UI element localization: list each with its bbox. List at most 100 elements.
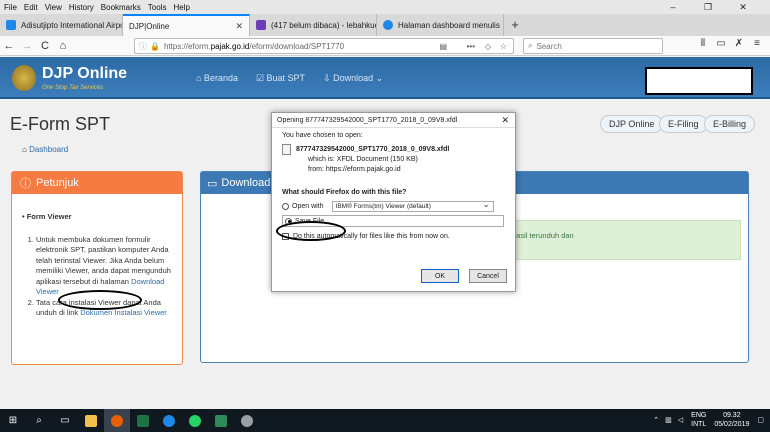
tab-label: Halaman dashboard menulis (398, 20, 500, 30)
lock-icon: 🔒 (150, 41, 160, 51)
url-prefix: https://eform. (163, 41, 211, 51)
forward-icon[interactable]: → (18, 40, 36, 52)
open-file-dialog: Opening 877747329542000_SPT1770_2018_0_0… (271, 112, 516, 292)
instruction-item: Untuk membuka dokumen formulir elektroni… (36, 235, 174, 298)
tab-dashboard[interactable]: Halaman dashboard menulis ✕ (377, 14, 504, 36)
clock[interactable]: 09.32 05/02/2019 (714, 411, 749, 429)
menu-beranda[interactable]: ⌂ Beranda (196, 73, 238, 84)
cancel-button[interactable]: Cancel (469, 269, 507, 283)
dialog-close-icon[interactable]: ✕ (501, 115, 509, 126)
volume-icon[interactable]: ◁ (678, 416, 683, 424)
info-icon[interactable]: ⓘ (139, 41, 147, 52)
restore-button[interactable]: ❐ (694, 0, 722, 14)
back-icon[interactable]: ← (0, 40, 18, 52)
tab-label: (417 belum dibaca) - lebahkue (271, 20, 377, 30)
home-icon[interactable]: ⌂ (54, 40, 72, 52)
dialog-buttons: OK Cancel (411, 269, 507, 283)
pocket-icon[interactable]: ◇ (485, 42, 491, 51)
info-circle-icon: ⓘ (20, 178, 31, 190)
file-row: 877747329542000_SPT1770_2018_0_09V8.xfdl (282, 144, 505, 155)
tab-bar: Adisutjipto International Airpo ✕ DJP|On… (0, 14, 770, 36)
menu-file[interactable]: File (4, 3, 17, 12)
tab-djp-online[interactable]: DJP|Online ✕ (123, 14, 250, 36)
tray-arrow-icon[interactable]: ⌃ (653, 416, 659, 424)
tab-airport[interactable]: Adisutjipto International Airpo ✕ (0, 14, 123, 36)
network-icon[interactable]: ▥ (665, 416, 672, 424)
search-input[interactable]: ⌕ Search (523, 38, 663, 54)
redacted-user-box (645, 67, 753, 95)
hamburger-menu-icon[interactable]: ≡ (748, 38, 766, 49)
firefox-icon[interactable] (104, 409, 130, 432)
app-select-value: IBM® Forms(tm) Viewer (default) (335, 203, 431, 210)
close-window-button[interactable]: ✕ (729, 0, 757, 14)
toolbar-icons: ⫴ ▭ ✗ ≡ (694, 38, 766, 49)
menu-bookmarks[interactable]: Bookmarks (101, 3, 141, 12)
new-tab-button[interactable]: + (504, 14, 526, 36)
excel-icon[interactable] (130, 409, 156, 432)
tab-close-icon[interactable]: ✕ (229, 21, 243, 32)
open-with-radio[interactable] (282, 203, 289, 210)
search-placeholder: Search (536, 41, 562, 51)
clock-time: 09.32 (723, 412, 741, 419)
success-notice: hasil terunduh dan (501, 220, 741, 260)
e-filing-button[interactable]: E-Filing (659, 115, 708, 133)
menu-bar: File Edit View History Bookmarks Tools H… (0, 0, 770, 14)
ok-button[interactable]: OK (421, 269, 459, 283)
airport-favicon-icon (6, 20, 16, 30)
tab-close-icon[interactable]: ✕ (500, 20, 503, 31)
url-bar[interactable]: ⓘ 🔒 https://eform. pajak.go.id/eform/down… (134, 38, 514, 54)
task-view-icon[interactable]: ▭ (52, 409, 78, 432)
lang-text: ENG (691, 412, 707, 419)
clock-date: 05/02/2019 (714, 421, 750, 428)
library-icon[interactable]: ⫴ (694, 38, 712, 49)
minimize-button[interactable]: – (659, 0, 687, 14)
open-with-label: Open with (292, 203, 324, 210)
monitor-icon: ▭ (207, 177, 218, 190)
file-explorer-icon[interactable] (78, 409, 104, 432)
petunjuk-header: ⓘ Petunjuk (12, 172, 182, 194)
menu-history[interactable]: History (69, 3, 94, 12)
file-icon (282, 144, 291, 155)
app-icon[interactable] (234, 409, 260, 432)
reader-view-icon[interactable]: ▤ (439, 42, 447, 51)
menu-buat-spt[interactable]: ☑ Buat SPT (256, 73, 305, 84)
petunjuk-title: Petunjuk (36, 177, 79, 189)
file-source: from: https://eform.pajak.go.id (308, 166, 401, 173)
site-menu: ⌂ Beranda ☑ Buat SPT ⇩ Download ⌄ (196, 73, 401, 84)
page-actions-icon[interactable]: ••• (467, 42, 475, 51)
app-select[interactable]: IBM® Forms(tm) Viewer (default) (331, 200, 494, 212)
menu-help[interactable]: Help (173, 3, 189, 12)
system-tray: ⌃ ▥ ◁ ENG INTL 09.32 05/02/2019 ▢ (647, 411, 764, 429)
search-icon: ⌕ (528, 41, 533, 50)
reload-icon[interactable]: C (36, 40, 54, 52)
windows-start-icon[interactable]: ⊞ (0, 409, 26, 432)
site-brand[interactable]: DJP Online (42, 65, 127, 83)
form-viewer-heading: • Form Viewer (22, 212, 72, 221)
djp-logo-icon (12, 65, 36, 91)
bookmark-star-icon[interactable]: ☆ (500, 42, 507, 51)
tab-mail[interactable]: (417 belum dibaca) - lebahkue ✕ (250, 14, 377, 36)
notifications-icon[interactable]: ▢ (757, 416, 764, 424)
file-type: which is: XFDL Document (150 KB) (308, 156, 418, 163)
menu-tools[interactable]: Tools (148, 3, 167, 12)
tab-label: Adisutjipto International Airpo (21, 20, 123, 30)
form-viewer-label: Form Viewer (26, 212, 72, 221)
menu-download[interactable]: ⇩ Download ⌄ (323, 73, 383, 84)
mail-favicon-icon (256, 20, 266, 30)
whatsapp-icon[interactable] (182, 409, 208, 432)
dialog-intro: You have chosen to open: (282, 132, 363, 139)
excel-icon[interactable] (208, 409, 234, 432)
breadcrumb-dashboard[interactable]: Dashboard (29, 145, 68, 154)
djp-online-button[interactable]: DJP Online (600, 115, 664, 133)
edge-icon[interactable] (156, 409, 182, 432)
sidebar-icon[interactable]: ▭ (712, 38, 730, 49)
dialog-question: What should Firefox do with this file? (282, 189, 407, 196)
open-with-option[interactable]: Open with IBM® Forms(tm) Viewer (default… (282, 200, 505, 212)
menu-edit[interactable]: Edit (24, 3, 38, 12)
menu-view[interactable]: View (45, 3, 62, 12)
file-name: 877747329542000_SPT1770_2018_0_09V8.xfdl (296, 146, 450, 153)
search-icon[interactable]: ⌕ (26, 409, 52, 432)
e-billing-button[interactable]: E-Billing (704, 115, 756, 133)
extension-icon[interactable]: ✗ (730, 38, 748, 49)
language-indicator[interactable]: ENG INTL (691, 411, 706, 429)
